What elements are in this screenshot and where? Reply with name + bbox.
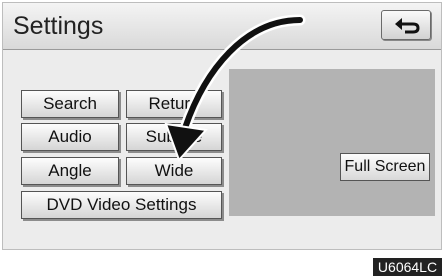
return-arrow-icon bbox=[395, 18, 420, 34]
title-bar: Settings bbox=[3, 3, 441, 50]
dvd-video-settings-button[interactable]: DVD Video Settings bbox=[21, 191, 222, 219]
wide-button[interactable]: Wide bbox=[126, 157, 222, 185]
video-preview bbox=[229, 69, 435, 216]
angle-button[interactable]: Angle bbox=[21, 157, 119, 185]
back-button[interactable] bbox=[381, 10, 431, 40]
figure-code-label: U6064LC bbox=[373, 258, 442, 276]
page-title: Settings bbox=[13, 12, 104, 40]
return-button[interactable]: Return bbox=[126, 90, 222, 118]
settings-screen: Settings Search Return Audio Subtitle An… bbox=[2, 2, 442, 250]
search-button[interactable]: Search bbox=[21, 90, 119, 118]
subtitle-button[interactable]: Subtitle bbox=[126, 123, 222, 151]
audio-button[interactable]: Audio bbox=[21, 123, 119, 151]
full-screen-button[interactable]: Full Screen bbox=[340, 153, 430, 181]
